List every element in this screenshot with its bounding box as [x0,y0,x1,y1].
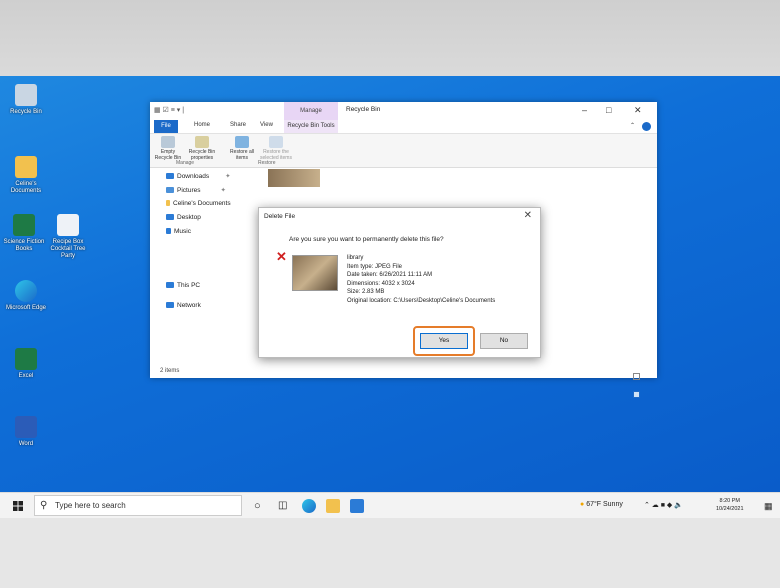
file-date-taken: Date taken: 6/26/2021 11:11 AM [347,272,433,279]
nav-item-desktop[interactable]: Desktop [166,214,201,221]
nav-item-pictures[interactable]: Pictures ✦ [166,186,226,194]
tab-share[interactable]: Share [230,122,246,128]
word-icon [15,416,37,438]
notifications-icon[interactable]: ▦ [764,501,773,512]
nav-item-music[interactable]: Music [166,228,191,235]
recycle-bin-icon [15,84,37,106]
tab-recycle-bin-tools[interactable]: Recycle Bin Tools [284,120,338,133]
ribbon-tabs: File Home Share View Recycle Bin Tools ⌃ [150,120,657,134]
file-info: library Item type: JPEG File Date taken:… [347,254,495,306]
desktop-icon-science-fiction-books[interactable]: Science Fiction Books [2,214,46,253]
desktop-icon-recycle-bin[interactable]: Recycle Bin [4,84,48,116]
restore-all-icon [235,136,249,148]
desktop-icon-word[interactable]: Word [4,416,48,448]
edge-icon [15,280,37,302]
taskbar-search-box[interactable]: ⚲ Type here to search [34,495,242,516]
nav-item-this-pc[interactable]: This PC [166,282,200,289]
pictures-icon [166,187,174,193]
search-placeholder: Type here to search [55,501,126,510]
music-icon [166,228,171,234]
bottom-margin [0,518,780,588]
dialog-question: Are you sure you want to permanently del… [289,236,444,243]
desktop-icon-celines-documents[interactable]: Celine's Documents [4,156,48,195]
cortana-icon[interactable]: ○ [254,499,268,513]
properties-icon [195,136,209,148]
delete-file-dialog: Delete File ✕ Are you sure you want to p… [258,207,541,358]
maximize-icon[interactable]: □ [606,105,611,115]
task-view-icon[interactable]: ◫ [278,499,292,513]
restore-selected-items-button[interactable]: Restore the selected items [260,136,292,161]
title-bar: ▦ ☑ ≡ ▾ | Manage Recycle Bin – □ ✕ [150,102,657,120]
desktop-icon [166,214,174,220]
mail-taskbar-icon[interactable] [350,499,364,513]
status-bar-item-count: 2 items [160,368,180,374]
search-icon: ⚲ [40,500,48,511]
quick-access-toolbar[interactable]: ▦ ☑ ≡ ▾ | [154,106,184,114]
tab-view[interactable]: View [260,122,273,128]
restore-all-items-button[interactable]: Restore all items [226,136,258,161]
file-original-location: Original location: C:\Users\Desktop\Celi… [347,297,496,304]
folder-icon [166,200,170,206]
group-label-restore: Restore [258,160,276,166]
weather-widget[interactable]: ● 67°F Sunny [580,501,623,508]
file-explorer-taskbar-icon[interactable] [326,499,340,513]
minimize-icon[interactable]: – [582,105,587,115]
windows-start-icon[interactable] [13,501,23,511]
dialog-title: Delete File [264,213,296,220]
help-icon[interactable] [642,122,651,131]
nav-item-network[interactable]: Network [166,302,201,309]
excel-file-icon [13,214,35,236]
collapse-ribbon-icon[interactable]: ⌃ [630,122,635,129]
desktop-icon-edge[interactable]: Microsoft Edge [4,280,48,312]
recycle-bin-icon [161,136,175,148]
edge-taskbar-icon[interactable] [302,499,316,513]
folder-icon [15,156,37,178]
desktop-icon-recipe-box[interactable]: Recipe Box Cocktail Tree Party [46,214,90,260]
nav-item-downloads[interactable]: Downloads ✦ [166,172,231,180]
sun-icon: ● [580,501,585,508]
file-thumbnail [292,255,338,291]
ribbon: Empty Recycle Bin Recycle Bin properties… [150,134,657,168]
nav-item-celines-documents[interactable]: Celine's Documents [166,200,231,207]
top-margin [0,0,780,76]
empty-recycle-bin-button[interactable]: Empty Recycle Bin [152,136,184,161]
recycle-bin-properties-button[interactable]: Recycle Bin properties [186,136,218,161]
window-title: Recycle Bin [346,106,381,113]
taskbar-clock[interactable]: 8:20 PM 10/24/2021 [716,497,744,513]
context-tab-manage: Manage [284,102,338,120]
taskbar: ⚲ Type here to search ○ ◫ ● 67°F Sunny ⌃… [0,492,780,518]
tab-file[interactable]: File [154,120,178,133]
restore-selected-icon [269,136,283,148]
network-icon [166,302,174,308]
document-icon [57,214,79,236]
no-button[interactable]: No [480,333,528,349]
delete-x-icon: ✕ [276,249,287,264]
this-pc-icon [166,282,174,288]
system-tray-icons[interactable]: ⌃ ☁ ■ ◆ 🔈 [644,501,683,509]
file-item-type: Item type: JPEG File [347,263,403,270]
download-icon [166,173,174,179]
view-toggle-icon[interactable] [633,367,651,398]
desktop-icon-excel[interactable]: Excel [4,348,48,380]
excel-icon [15,348,37,370]
file-name: library [347,255,364,261]
file-size: Size: 2.83 MB [347,289,385,296]
tab-home[interactable]: Home [194,122,210,128]
file-dimensions: Dimensions: 4032 x 3024 [347,280,415,287]
group-label-manage: Manage [176,160,195,166]
file-thumbnail-preview [268,169,320,187]
close-icon[interactable]: ✕ [634,105,642,116]
yes-button-highlight [413,326,475,356]
dialog-close-icon[interactable]: ✕ [524,210,532,221]
